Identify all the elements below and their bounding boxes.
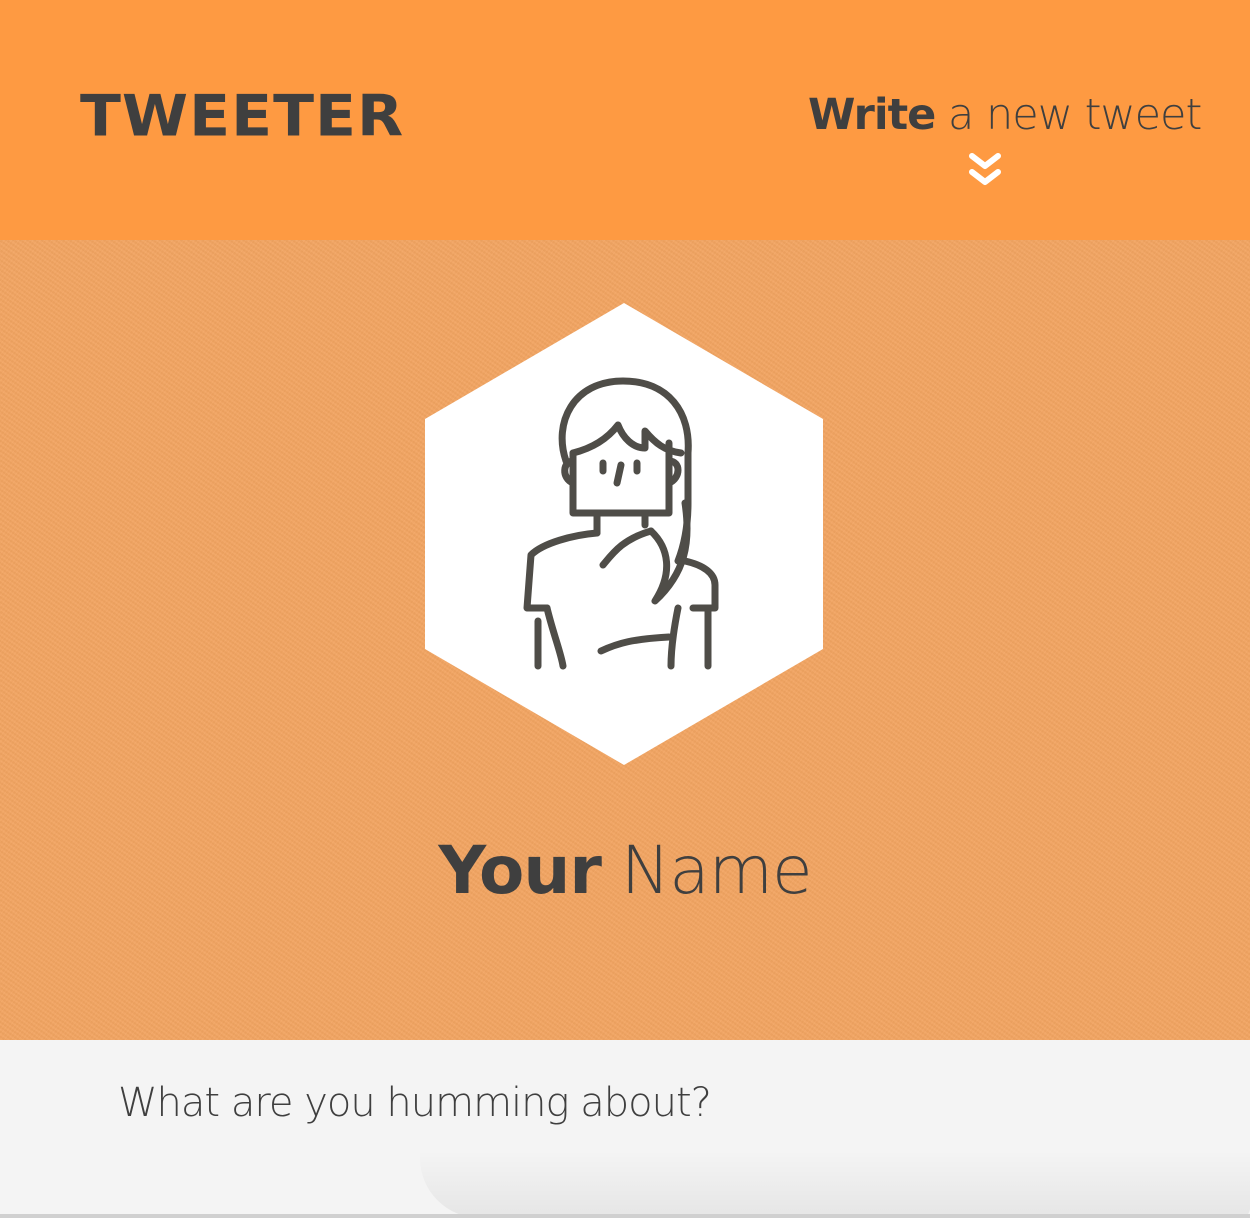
write-new-tweet-label-rest: a new tweet — [935, 90, 1202, 140]
write-new-tweet-toggle[interactable]: Write a new tweet — [800, 91, 1202, 192]
write-new-tweet-label-strong: Write — [808, 90, 936, 140]
profile-name-rest: Name — [600, 832, 813, 909]
composer-bottom-border — [0, 1214, 1250, 1218]
profile-name-first: Your — [438, 832, 602, 909]
write-new-tweet-label: Write a new tweet — [808, 90, 1202, 140]
woman-avatar-icon — [425, 303, 823, 765]
avatar-hexagon — [425, 303, 823, 765]
logo[interactable]: TWEETER — [80, 88, 404, 145]
double-chevron-down-icon[interactable] — [968, 152, 1002, 190]
navbar: TWEETER Write a new tweet — [0, 0, 1250, 240]
composer-shadow — [420, 1150, 1250, 1218]
profile-name: Your Name — [0, 832, 1250, 909]
